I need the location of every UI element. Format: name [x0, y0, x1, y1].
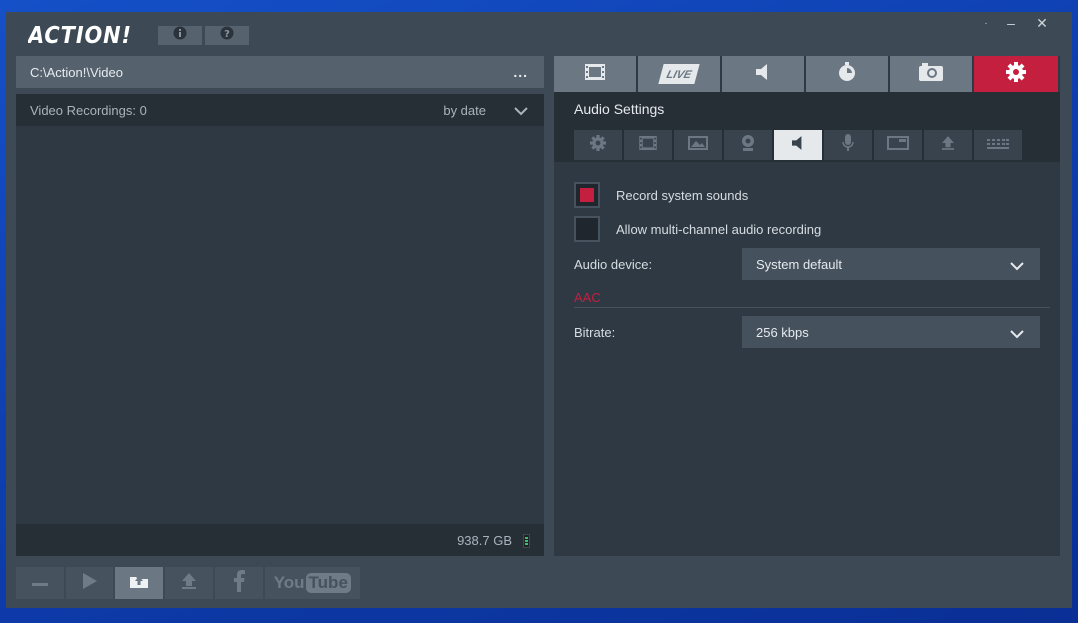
save-path: C:\Action!\Video: [30, 64, 123, 80]
multichannel-checkbox[interactable]: [574, 216, 600, 242]
checkbox-checked-mark: [580, 188, 594, 202]
disk-usage-icon: [523, 534, 530, 548]
recordings-list[interactable]: [16, 126, 544, 524]
app-window: ACTION! ? · – ✕ C:\Action!\Video ... Vid…: [6, 12, 1072, 608]
minimize-label: –: [1007, 15, 1015, 31]
stopwatch-icon: [837, 61, 857, 87]
subtab-audio[interactable]: [774, 130, 822, 160]
close-button[interactable]: ✕: [1022, 12, 1062, 34]
info-button[interactable]: [158, 26, 202, 45]
open-folder-button[interactable]: [115, 567, 164, 599]
chevron-down-icon: [1010, 326, 1024, 344]
audio-device-value: System default: [756, 256, 842, 272]
camera-icon: [919, 62, 943, 86]
tab-audio[interactable]: [722, 56, 804, 92]
bitrate-select[interactable]: 256 kbps: [742, 316, 1040, 348]
disk-free-space: 938.7 GB: [457, 533, 512, 548]
audio-device-label: Audio device:: [574, 257, 653, 272]
facebook-icon: [233, 569, 245, 597]
microphone-icon: [842, 133, 854, 157]
window-icon: [887, 135, 909, 155]
youtube-icon: You Tube: [274, 573, 351, 593]
disk-status-bar: 938.7 GB: [16, 524, 544, 556]
youtube-button[interactable]: You Tube: [264, 567, 361, 599]
help-icon: ?: [220, 26, 234, 45]
facebook-button[interactable]: [214, 567, 263, 599]
youtube-tube-label: Tube: [305, 573, 351, 593]
speaker-icon: [792, 135, 804, 155]
upload-folder-icon: [129, 573, 149, 594]
close-label: ✕: [1036, 14, 1048, 31]
upload-icon: [942, 135, 954, 155]
chevron-down-icon: [1010, 258, 1024, 276]
speaker-icon: [756, 63, 770, 85]
record-system-sounds-checkbox[interactable]: [574, 182, 600, 208]
settings-panel: LIVE Audio Settings Record system sounds…: [554, 56, 1060, 556]
browse-button[interactable]: ...: [513, 64, 528, 80]
gear-icon: [1006, 61, 1026, 87]
subtab-overlay[interactable]: [874, 130, 922, 160]
tab-live[interactable]: LIVE: [638, 56, 720, 92]
bitrate-value: 256 kbps: [756, 324, 809, 340]
svg-text:ACTION!: ACTION!: [28, 23, 132, 48]
film-icon: [585, 63, 605, 85]
multichannel-label: Allow multi-channel audio recording: [616, 221, 822, 237]
page-title: Audio Settings: [574, 101, 665, 117]
sort-label[interactable]: by date: [443, 103, 486, 118]
section-divider: [574, 307, 1050, 308]
subtab-video[interactable]: [624, 130, 672, 160]
main-tabs: LIVE: [554, 56, 1060, 92]
subtab-webcam[interactable]: [724, 130, 772, 160]
bitrate-label: Bitrate:: [574, 325, 616, 340]
aac-section-title: AAC: [574, 290, 601, 305]
audio-settings-header: Audio Settings: [554, 92, 1060, 162]
svg-text:?: ?: [224, 29, 230, 40]
upload-icon: [182, 572, 197, 594]
youtube-you-label: You: [273, 573, 305, 592]
action-logo: ACTION!: [28, 22, 138, 48]
tab-timer[interactable]: [806, 56, 888, 92]
bottom-toolbar: You Tube: [16, 567, 362, 599]
delete-button[interactable]: [16, 567, 64, 599]
play-button[interactable]: [65, 567, 114, 599]
help-button[interactable]: ?: [205, 26, 249, 45]
play-icon: [82, 572, 97, 594]
dot-label: ·: [984, 17, 988, 29]
image-icon: [688, 135, 708, 155]
subtab-hotkeys[interactable]: [974, 130, 1022, 160]
keyboard-icon: [987, 136, 1009, 154]
info-icon: [173, 26, 187, 45]
tab-screenshot[interactable]: [890, 56, 972, 92]
subtab-image[interactable]: [674, 130, 722, 160]
subtab-upload[interactable]: [924, 130, 972, 160]
recordings-header: Video Recordings: 0 by date: [16, 94, 544, 126]
record-system-sounds-row[interactable]: Record system sounds: [574, 182, 748, 208]
subtab-microphone[interactable]: [824, 130, 872, 160]
subtab-general[interactable]: [574, 130, 622, 160]
minus-icon: [31, 574, 48, 592]
multichannel-row[interactable]: Allow multi-channel audio recording: [574, 216, 821, 242]
recordings-count: Video Recordings: 0: [30, 102, 147, 118]
gear-icon: [590, 134, 606, 156]
film-icon: [639, 135, 657, 155]
live-label: LIVE: [664, 69, 693, 81]
chevron-down-icon[interactable]: [514, 103, 528, 121]
webcam-icon: [741, 134, 755, 156]
tab-settings[interactable]: [974, 56, 1058, 92]
upload-button[interactable]: [165, 567, 213, 599]
settings-sub-tabs: [574, 130, 1024, 160]
save-path-bar[interactable]: C:\Action!\Video ...: [16, 56, 544, 88]
record-system-sounds-label: Record system sounds: [616, 187, 749, 203]
live-icon: LIVE: [658, 64, 700, 84]
tab-video[interactable]: [554, 56, 636, 92]
audio-device-select[interactable]: System default: [742, 248, 1040, 280]
